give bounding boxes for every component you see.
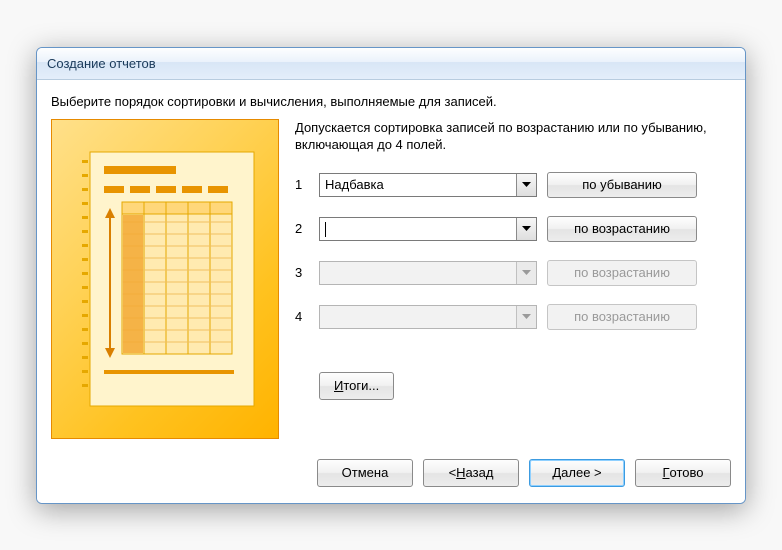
sort-field-value — [320, 218, 516, 240]
next-button[interactable]: Далее > — [529, 459, 625, 487]
sort-field-combo-2[interactable] — [319, 217, 537, 241]
sort-order-label: по возрастанию — [574, 265, 670, 280]
main-row: Допускается сортировка записей по возрас… — [37, 119, 745, 439]
sort-row-number: 4 — [295, 309, 309, 324]
window-title: Создание отчетов — [47, 56, 156, 71]
titlebar[interactable]: Создание отчетов — [37, 48, 745, 80]
hint-text: Допускается сортировка записей по возрас… — [295, 119, 731, 154]
sort-order-label: по убыванию — [582, 177, 662, 192]
finish-hotkey: Г — [662, 465, 669, 480]
sort-row-2: 2 по возрастанию — [295, 216, 731, 242]
back-hotkey: Н — [456, 465, 465, 480]
sort-field-combo-4 — [319, 305, 537, 329]
sort-field-combo-3 — [319, 261, 537, 285]
next-hotkey: Д — [552, 465, 561, 480]
summary-rest: тоги... — [343, 378, 379, 393]
chevron-down-icon — [516, 306, 536, 328]
sort-field-value: Надбавка — [320, 174, 516, 196]
cancel-button[interactable]: Отмена — [317, 459, 413, 487]
chevron-down-icon[interactable] — [516, 218, 536, 240]
wizard-illustration — [51, 119, 279, 439]
sort-order-label: по возрастанию — [574, 309, 670, 324]
wizard-footer: Отмена < Назад Далее > Готово — [37, 439, 745, 503]
sort-order-button-4: по возрастанию — [547, 304, 697, 330]
sort-config-panel: Допускается сортировка записей по возрас… — [295, 119, 731, 439]
sort-order-button-1[interactable]: по убыванию — [547, 172, 697, 198]
sort-order-label: по возрастанию — [574, 221, 670, 236]
sort-row-number: 1 — [295, 177, 309, 192]
finish-rest: отово — [670, 465, 704, 480]
sort-row-number: 3 — [295, 265, 309, 280]
instruction-text: Выберите порядок сортировки и вычисления… — [37, 80, 745, 119]
text-caret — [325, 222, 326, 237]
sort-field-value — [320, 262, 516, 284]
client-area: Выберите порядок сортировки и вычисления… — [37, 80, 745, 503]
sort-row-3: 3 по возрастанию — [295, 260, 731, 286]
sort-order-button-2[interactable]: по возрастанию — [547, 216, 697, 242]
back-button[interactable]: < Назад — [423, 459, 519, 487]
sort-row-number: 2 — [295, 221, 309, 236]
wizard-window: Создание отчетов Выберите порядок сортир… — [36, 47, 746, 504]
next-rest: алее > — [561, 465, 601, 480]
summary-hotkey: И — [334, 378, 343, 393]
cancel-label: Отмена — [342, 465, 389, 480]
sort-field-value — [320, 306, 516, 328]
finish-button[interactable]: Готово — [635, 459, 731, 487]
summary-button[interactable]: Итоги... — [319, 372, 394, 400]
sort-order-button-3: по возрастанию — [547, 260, 697, 286]
sort-row-1: 1 Надбавка по убыванию — [295, 172, 731, 198]
back-prefix: < — [449, 465, 457, 480]
chevron-down-icon[interactable] — [516, 174, 536, 196]
sort-row-4: 4 по возрастанию — [295, 304, 731, 330]
back-rest: азад — [466, 465, 494, 480]
sort-field-combo-1[interactable]: Надбавка — [319, 173, 537, 197]
sort-field-text: Надбавка — [325, 177, 384, 192]
chevron-down-icon — [516, 262, 536, 284]
